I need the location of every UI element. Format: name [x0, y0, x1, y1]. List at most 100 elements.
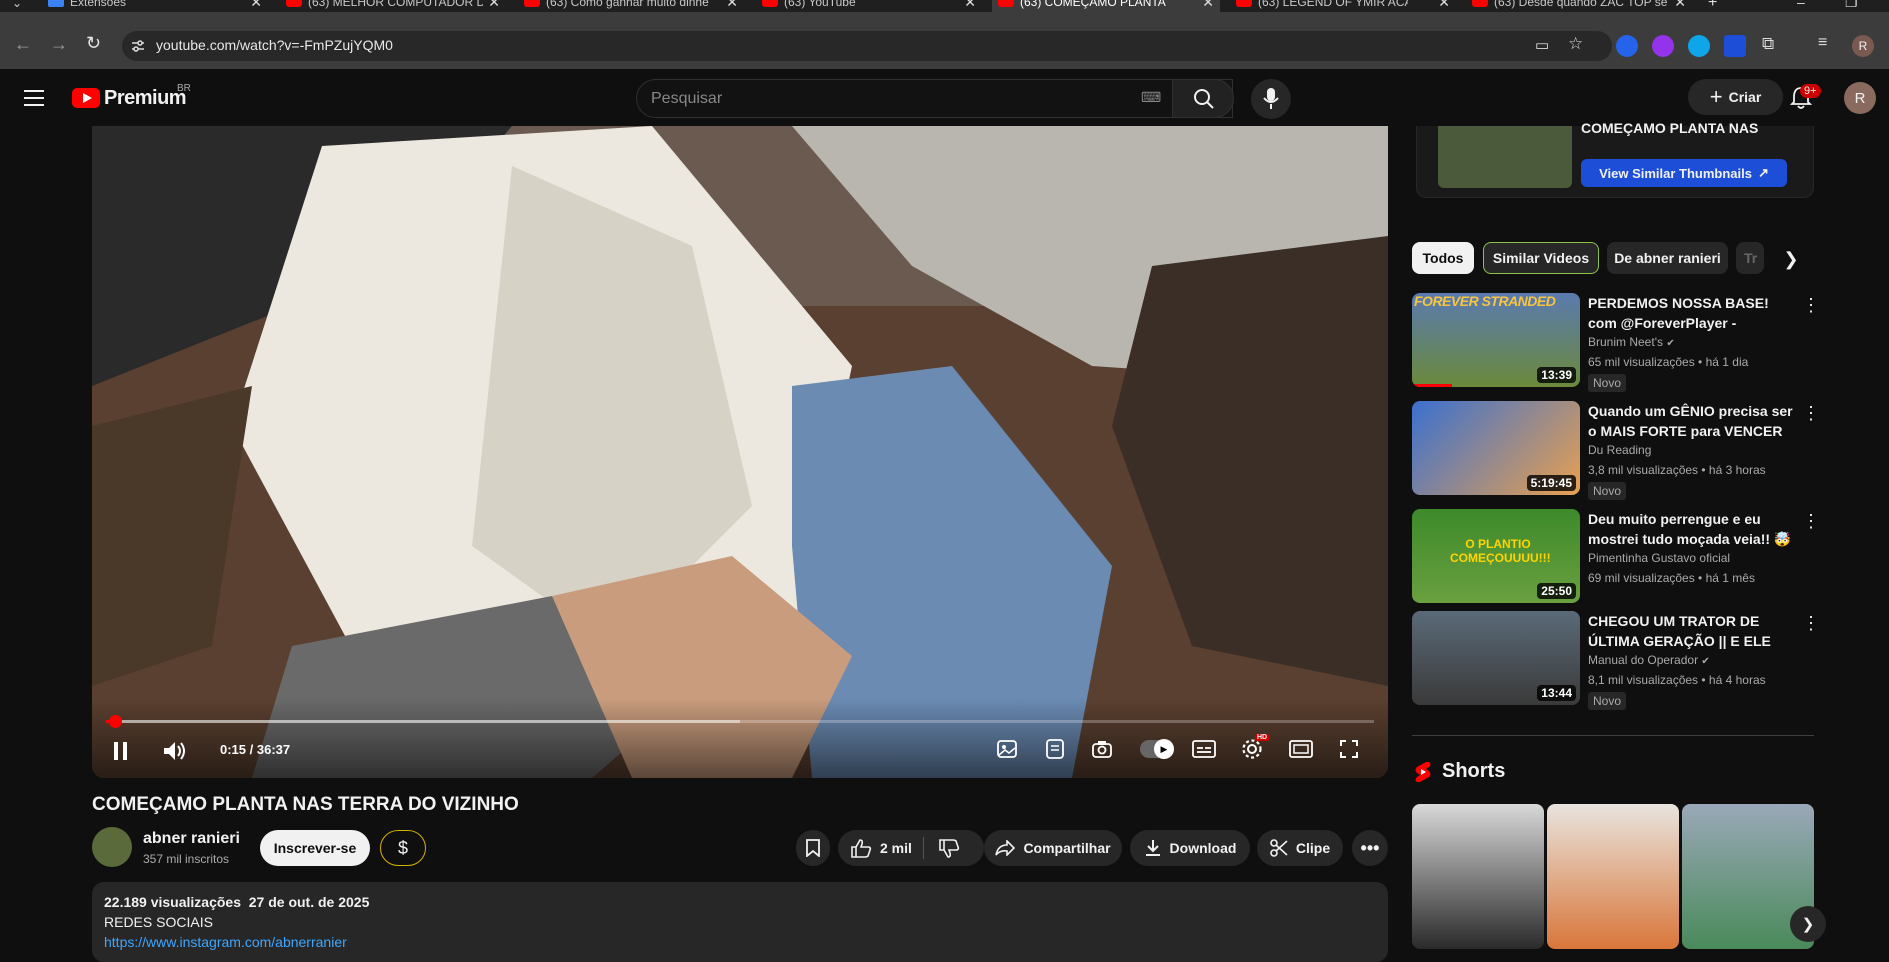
extension-1-icon[interactable] [1616, 35, 1638, 57]
thumbs-down-icon[interactable] [938, 839, 960, 859]
extension-2-icon[interactable] [1652, 35, 1674, 57]
extension-3-icon[interactable] [1688, 35, 1710, 57]
channel-name[interactable]: Brunim Neet's ✔ [1588, 335, 1675, 349]
short-thumbnail[interactable] [1412, 804, 1544, 949]
recommended-video[interactable]: 5:19:45 Quando um GÊNIO precisa ser o MA… [1412, 401, 1820, 500]
thanks-dollar-button[interactable]: $ [380, 830, 426, 866]
close-tab-icon[interactable]: ✕ [1674, 0, 1686, 11]
youtube-premium-logo-text[interactable]: Premium [104, 87, 187, 110]
channel-name[interactable]: Pimentinha Gustavo oficial [1588, 551, 1730, 565]
clip-button[interactable]: Clipe [1257, 830, 1343, 866]
recommended-video[interactable]: O PLANTIO COMEÇOUUUU!!! 25:50 Deu muito … [1412, 509, 1820, 603]
fullscreen-icon[interactable] [1338, 738, 1360, 760]
progress-bar[interactable] [106, 715, 1374, 728]
promo-thumbnail[interactable] [1438, 126, 1572, 188]
close-tab-icon[interactable]: ✕ [1438, 0, 1450, 11]
transcript-icon[interactable] [1044, 738, 1066, 760]
create-button[interactable]: + Criar [1688, 79, 1783, 115]
video-thumbnail[interactable]: 13:44 [1412, 611, 1580, 705]
back-arrow-icon[interactable]: ← [14, 34, 32, 55]
tab-extensions[interactable]: Extensões ✕ [48, 0, 268, 12]
close-tab-icon[interactable]: ✕ [488, 0, 500, 11]
restore-button[interactable]: ❐ [1845, 0, 1858, 11]
progress-scrubber[interactable] [108, 715, 122, 728]
new-tab-button[interactable]: + [1708, 0, 1717, 12]
channel-name[interactable]: Manual do Operador ✔ [1588, 653, 1710, 667]
share-button[interactable]: Compartilhar [984, 830, 1122, 866]
recommended-video[interactable]: 13:44 CHEGOU UM TRATOR DE ÚLTIMA GERAÇÃO… [1412, 611, 1820, 710]
tab-list-chevron-icon[interactable]: ⌄ [12, 0, 22, 10]
video-title[interactable]: PERDEMOS NOSSA BASE! com @ForeverPlayer … [1588, 293, 1793, 333]
forward-arrow-icon[interactable]: → [50, 34, 68, 55]
save-button[interactable] [796, 830, 830, 866]
voice-search-button[interactable] [1251, 79, 1291, 119]
like-count[interactable]: 2 mil [880, 840, 912, 856]
cast-icon[interactable]: ▭ [1535, 36, 1549, 54]
keyboard-icon[interactable]: ⌨ [1141, 89, 1161, 106]
autoplay-toggle[interactable]: ▶ [1140, 739, 1174, 759]
settings-gear-icon[interactable] [1241, 738, 1263, 760]
pause-icon[interactable] [112, 740, 130, 762]
theater-mode-icon[interactable] [1289, 739, 1313, 759]
youtube-logo-icon[interactable] [72, 88, 100, 108]
view-similar-thumbnails-button[interactable]: View Similar Thumbnails ↗ [1581, 159, 1787, 187]
volume-icon[interactable] [162, 740, 188, 762]
thumbs-up-icon[interactable] [850, 838, 872, 858]
tab-youtube-5[interactable]: (63) LEGEND OF YMIR ACAB ✕ [1236, 0, 1456, 12]
short-thumbnail[interactable] [1547, 804, 1679, 949]
recommended-video[interactable]: FOREVER STRANDED 13:39 PERDEMOS NOSSA BA… [1412, 293, 1820, 392]
thumbnail-image-icon[interactable] [996, 738, 1018, 760]
more-vert-icon[interactable]: ⋮ [1802, 403, 1820, 424]
chip-similar-videos[interactable]: Similar Videos [1483, 242, 1599, 274]
video-title[interactable]: Deu muito perrengue e eu mostrei tudo mo… [1588, 509, 1793, 549]
channel-name[interactable]: Du Reading [1588, 443, 1651, 457]
bookmark-star-icon[interactable]: ☆ [1568, 34, 1583, 54]
more-vert-icon[interactable]: ⋮ [1802, 613, 1820, 634]
channel-avatar[interactable] [92, 827, 132, 867]
minimize-button[interactable]: – [1797, 0, 1805, 10]
tab-youtube-3[interactable]: (63) YouTube ✕ [762, 0, 982, 12]
tab-youtube-active[interactable]: (63) COMEÇAMO PLANTA ✕ [992, 0, 1220, 12]
subscribe-button[interactable]: Inscrever-se [260, 830, 370, 866]
url-text[interactable]: youtube.com/watch?v=-FmPZujYQM0 [156, 37, 393, 53]
chips-next-chevron-icon[interactable]: ❯ [1774, 243, 1808, 275]
description-link[interactable]: https://www.instagram.com/abnerranier [104, 934, 347, 950]
description-box[interactable]: 22.189 visualizações 27 de out. de 2025 … [92, 882, 1388, 962]
site-settings-icon[interactable] [130, 38, 146, 54]
extensions-puzzle-icon[interactable]: ⧉ [1762, 34, 1774, 54]
account-avatar[interactable]: R [1844, 82, 1876, 114]
chip-todos[interactable]: Todos [1412, 242, 1474, 274]
hamburger-menu-icon[interactable] [24, 89, 48, 107]
tab-youtube-1[interactable]: (63) MELHOR COMPUTADOR D ✕ [286, 0, 506, 12]
browser-profile-avatar[interactable]: R [1852, 35, 1874, 57]
close-tab-icon[interactable]: ✕ [250, 0, 262, 11]
screenshot-camera-icon[interactable] [1091, 738, 1113, 760]
video-thumbnail[interactable]: 5:19:45 [1412, 401, 1580, 495]
video-thumbnail[interactable]: O PLANTIO COMEÇOUUUU!!! 25:50 [1412, 509, 1580, 603]
media-queue-icon[interactable]: ≡ [1818, 34, 1827, 52]
views-and-date: 22.189 visualizações 27 de out. de 2025 [104, 894, 370, 910]
chip-truncated[interactable]: Tr [1736, 242, 1764, 274]
close-tab-icon[interactable]: ✕ [726, 0, 738, 11]
video-player[interactable]: 0:15 / 36:37 ▶ HD [92, 126, 1388, 778]
shorts-next-chevron-icon[interactable]: ❯ [1790, 906, 1826, 942]
search-input[interactable]: Pesquisar ⌨ [636, 79, 1233, 118]
extension-4-icon[interactable] [1724, 35, 1746, 57]
buffered-bar [106, 720, 740, 723]
more-vert-icon[interactable]: ⋮ [1802, 295, 1820, 316]
video-title[interactable]: CHEGOU UM TRATOR DE ÚLTIMA GERAÇÃO || E … [1588, 611, 1793, 651]
subtitles-icon[interactable] [1192, 739, 1216, 759]
download-button[interactable]: Download [1130, 830, 1250, 866]
channel-name[interactable]: abner ranieri [143, 830, 240, 848]
reload-icon[interactable]: ↻ [86, 33, 101, 54]
more-actions-button[interactable]: ••• [1352, 830, 1388, 866]
close-tab-icon[interactable]: ✕ [964, 0, 976, 11]
video-thumbnail[interactable]: FOREVER STRANDED 13:39 [1412, 293, 1580, 387]
tab-youtube-6[interactable]: (63) Desde quando ZAC TOP se ✕ [1472, 0, 1692, 12]
chip-de-abner-ranieri[interactable]: De abner ranieri [1607, 242, 1728, 274]
close-tab-icon[interactable]: ✕ [1202, 0, 1214, 11]
more-vert-icon[interactable]: ⋮ [1802, 511, 1820, 532]
search-button[interactable] [1172, 79, 1234, 118]
video-title[interactable]: Quando um GÊNIO precisa ser o MAIS FORTE… [1588, 401, 1793, 441]
tab-youtube-2[interactable]: (63) Como ganhar muito dinhe ✕ [524, 0, 744, 12]
